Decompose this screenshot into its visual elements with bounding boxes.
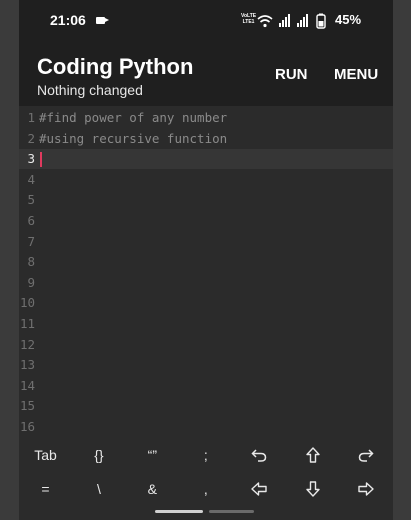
- nav-handle: [155, 510, 203, 513]
- code-line[interactable]: 7: [19, 232, 393, 252]
- line-number: 10: [19, 295, 35, 311]
- code-line[interactable]: 11: [19, 314, 393, 334]
- battery-percent: 45%: [335, 12, 362, 27]
- arrow-down-key[interactable]: [286, 472, 339, 506]
- code-line[interactable]: 5: [19, 190, 393, 210]
- ampersand-key[interactable]: &: [126, 472, 179, 506]
- line-number: 2: [27, 130, 35, 146]
- code-line[interactable]: 1 #find power of any number: [19, 108, 393, 128]
- app-title: Coding Python: [37, 54, 194, 79]
- app-bar: Coding Python Nothing changed RUN MENU: [19, 42, 393, 106]
- battery-icon: [316, 13, 326, 29]
- code-line[interactable]: 15: [19, 396, 393, 416]
- file-status: Nothing changed: [37, 82, 143, 98]
- comma-key[interactable]: ,: [179, 472, 232, 506]
- arrow-right-key[interactable]: [340, 472, 393, 506]
- code-line[interactable]: 6: [19, 211, 393, 231]
- key-label: ,: [203, 481, 208, 497]
- line-number: 6: [27, 213, 35, 228]
- line-number: 14: [19, 377, 35, 393]
- status-bar: 21:06 VoLTE LTE1 45%: [19, 0, 393, 42]
- status-icons: [257, 13, 326, 29]
- code-line[interactable]: 10: [19, 293, 393, 313]
- code-line[interactable]: 14: [19, 376, 393, 396]
- code-line[interactable]: 8: [19, 252, 393, 272]
- redo-key[interactable]: [340, 438, 393, 472]
- volte-indicator: VoLTE LTE1: [241, 13, 256, 25]
- run-button[interactable]: RUN: [275, 66, 308, 83]
- key-label: &: [147, 481, 158, 497]
- code-line[interactable]: 3: [19, 149, 393, 170]
- arrow-left-key[interactable]: [233, 472, 286, 506]
- screen-record-icon: [96, 17, 109, 24]
- code-text: #using recursive function: [39, 130, 228, 146]
- undo-key[interactable]: [233, 438, 286, 472]
- equals-key[interactable]: =: [19, 472, 72, 506]
- line-number: 3: [27, 151, 35, 167]
- signal-icon-1: [279, 14, 290, 27]
- nav-handle-secondary: [209, 510, 254, 513]
- arrow-left-icon: [251, 482, 267, 496]
- redo-icon: [358, 448, 374, 462]
- line-number: 11: [19, 316, 35, 331]
- code-line[interactable]: 4: [19, 170, 393, 190]
- code-editor[interactable]: 1 #find power of any number 2 #using recurs…: [19, 106, 393, 436]
- key-label: Tab: [34, 447, 57, 463]
- code-line[interactable]: 13: [19, 355, 393, 375]
- code-line[interactable]: 16: [19, 417, 393, 437]
- braces-key[interactable]: {}: [72, 438, 125, 472]
- menu-button[interactable]: MENU: [334, 66, 378, 83]
- arrow-up-icon: [305, 447, 320, 463]
- line-number: 16: [19, 419, 35, 434]
- line-number: 15: [19, 398, 35, 414]
- code-line[interactable]: 9: [19, 273, 393, 293]
- arrow-down-icon: [305, 481, 320, 497]
- text-cursor: [40, 152, 42, 168]
- signal-icon-2: [297, 14, 308, 27]
- code-line[interactable]: 12: [19, 335, 393, 355]
- key-label: ;: [203, 447, 208, 463]
- wifi-icon: [257, 15, 273, 28]
- line-number: 8: [27, 254, 35, 270]
- status-time: 21:06: [50, 12, 86, 28]
- extra-keys-bar: Tab {} “”; = \ &,: [19, 437, 393, 520]
- key-label: {}: [94, 447, 104, 463]
- line-number: 13: [19, 357, 35, 373]
- key-label: =: [41, 481, 50, 497]
- code-text: #find power of any number: [39, 110, 228, 125]
- line-number: 5: [27, 192, 35, 208]
- phone-screen: 21:06 VoLTE LTE1 45% Coding Python Nothi…: [19, 0, 393, 520]
- app-frame: 21:06 VoLTE LTE1 45% Coding Python Nothi…: [0, 0, 411, 520]
- arrow-right-icon: [358, 482, 374, 496]
- line-number: 1: [27, 110, 35, 125]
- key-label: “”: [147, 447, 157, 463]
- tab-key[interactable]: Tab: [19, 438, 72, 472]
- arrow-up-key[interactable]: [286, 438, 339, 472]
- backslash-key[interactable]: \: [72, 472, 125, 506]
- line-number: 9: [27, 274, 35, 290]
- lte-label: LTE1: [242, 19, 255, 25]
- line-number: 12: [19, 336, 35, 352]
- undo-icon: [251, 448, 267, 462]
- line-number: 7: [27, 233, 35, 249]
- quotes-key[interactable]: “”: [126, 438, 179, 472]
- line-number: 4: [27, 171, 35, 187]
- semicolon-key[interactable]: ;: [179, 438, 232, 472]
- code-line[interactable]: 2 #using recursive function: [19, 129, 393, 149]
- key-label: \: [96, 481, 101, 497]
